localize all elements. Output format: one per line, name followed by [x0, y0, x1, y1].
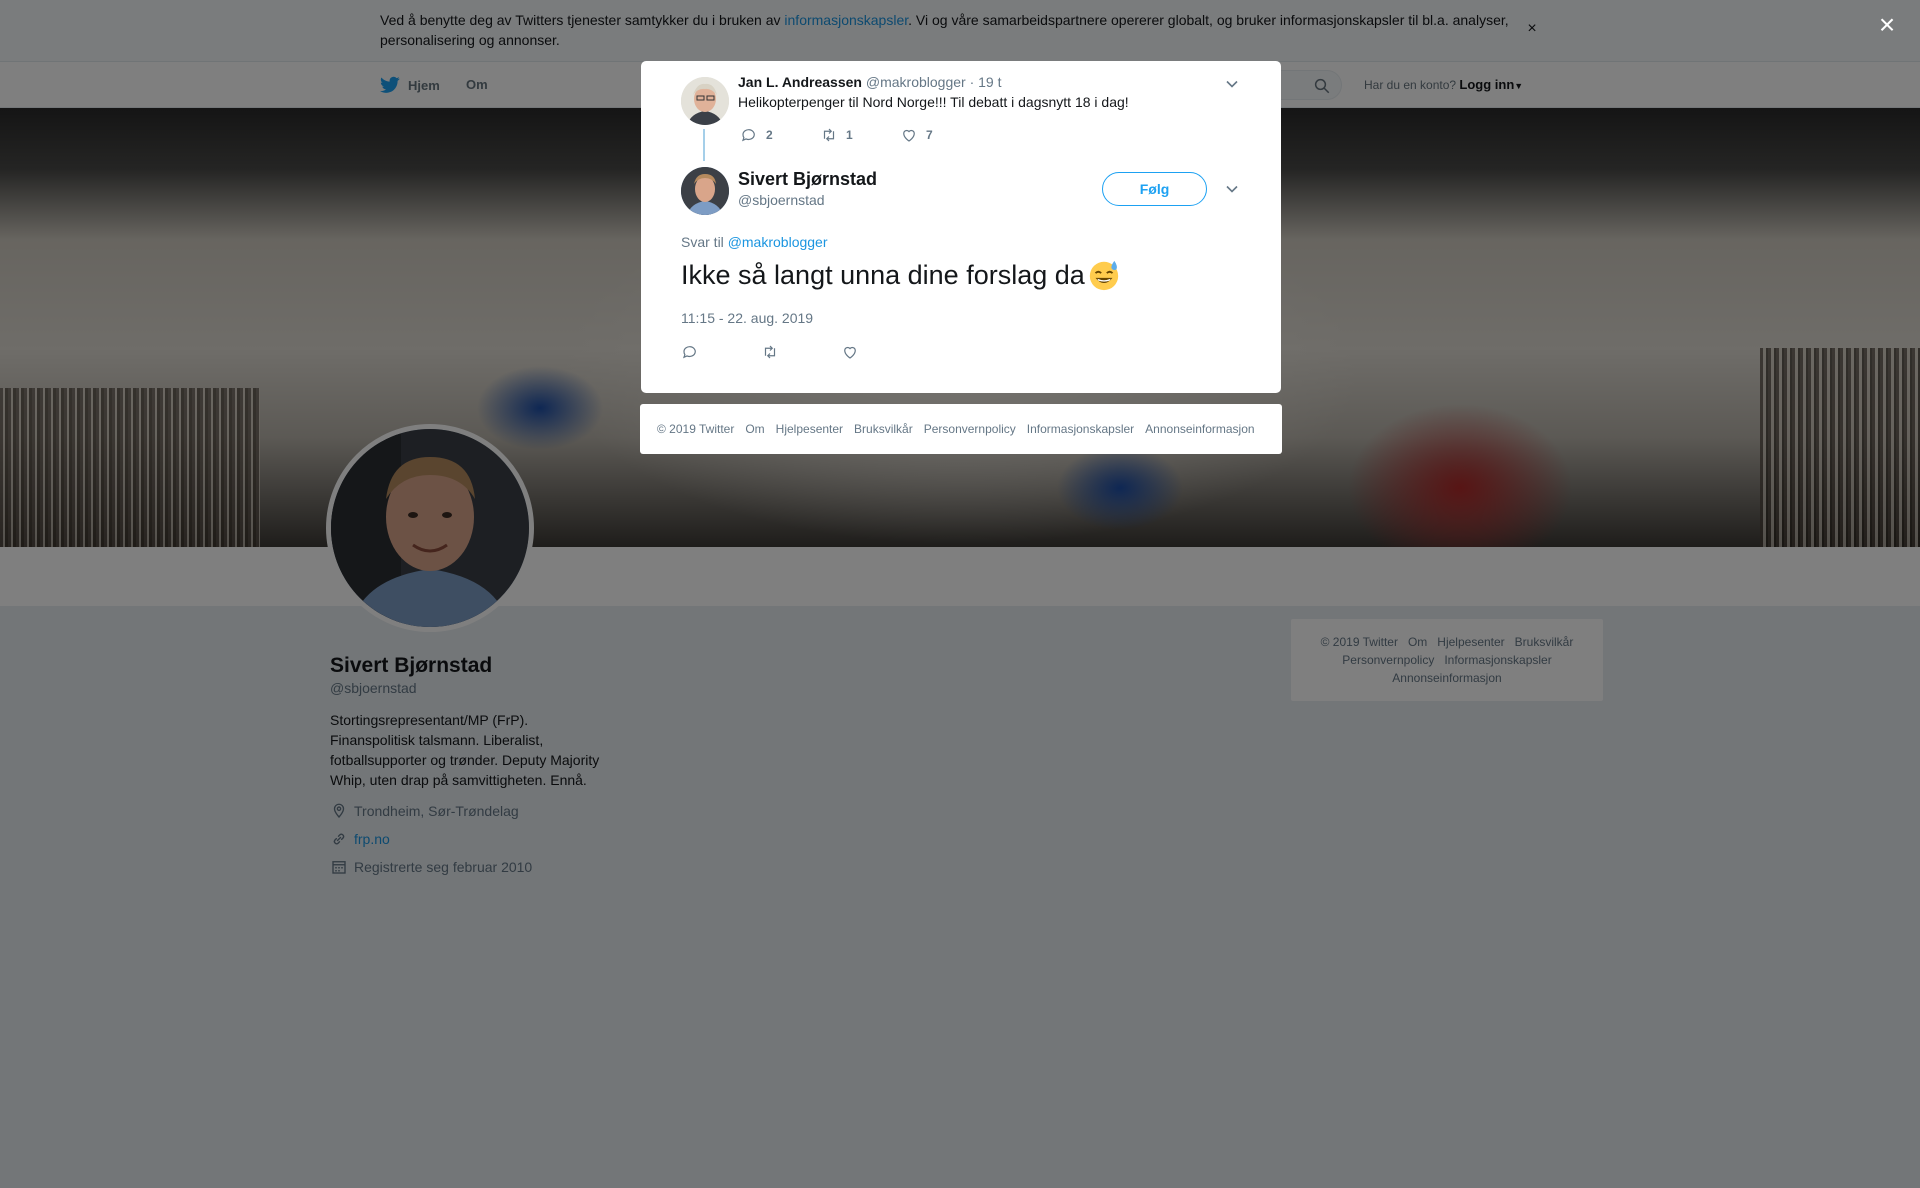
author-avatar[interactable] — [681, 167, 729, 215]
modal-footer-help[interactable]: Hjelpesenter — [776, 422, 843, 436]
author-avatar-image — [681, 167, 729, 215]
tweet-permalink-modal: Jan L. Andreassen @makroblogger · 19 t H… — [641, 61, 1281, 393]
parent-avatar[interactable] — [681, 77, 729, 125]
parent-tweet-actions: 2 1 7 — [740, 125, 980, 145]
main-like-button[interactable] — [841, 343, 921, 361]
like-button[interactable]: 7 — [900, 125, 980, 145]
modal-footer-privacy[interactable]: Personvernpolicy — [924, 422, 1016, 436]
modal-footer-copyright: © 2019 Twitter — [657, 422, 735, 436]
parent-tweet-text: Helikopterpenger til Nord Norge!!! Til d… — [738, 94, 1129, 110]
parent-author-name[interactable]: Jan L. Andreassen — [738, 74, 862, 90]
retweet-icon — [764, 345, 776, 359]
modal-footer-about[interactable]: Om — [745, 422, 764, 436]
reply-icon — [682, 346, 696, 359]
reply-icon — [741, 129, 755, 142]
modal-footer: © 2019 Twitter Om Hjelpesenter Bruksvilk… — [640, 404, 1282, 454]
modal-footer-terms[interactable]: Bruksvilkår — [854, 422, 913, 436]
reply-context: Svar til @makroblogger — [681, 234, 828, 250]
chevron-down-icon[interactable] — [1225, 77, 1239, 91]
author-handle[interactable]: @sbjoernstad — [738, 191, 825, 209]
retweet-button[interactable]: 1 — [820, 125, 900, 145]
reply-button[interactable]: 2 — [740, 125, 820, 145]
main-reply-button[interactable] — [681, 343, 761, 361]
author-name[interactable]: Sivert Bjørnstad — [738, 167, 877, 191]
main-retweet-button[interactable] — [761, 343, 841, 361]
retweet-icon — [823, 128, 835, 142]
reply-count: 2 — [766, 128, 773, 142]
parent-avatar-image — [681, 77, 729, 125]
modal-footer-cookies[interactable]: Informasjonskapsler — [1027, 422, 1134, 436]
follow-button[interactable]: Følg — [1102, 172, 1207, 206]
reply-to-handle-link[interactable]: @makroblogger — [728, 234, 828, 250]
thread-connector — [703, 129, 705, 161]
tweet-menu-chevron-icon[interactable] — [1225, 182, 1239, 196]
tweet-actions — [681, 343, 921, 361]
parent-tweet-time[interactable]: · 19 t — [970, 74, 1002, 90]
tweet-timestamp[interactable]: 11:15 - 22. aug. 2019 — [681, 309, 813, 327]
parent-author-handle[interactable]: @makroblogger — [866, 74, 966, 90]
modal-footer-ads[interactable]: Annonseinformasjon — [1145, 422, 1254, 436]
parent-tweet-header: Jan L. Andreassen @makroblogger · 19 t — [738, 73, 1001, 91]
like-count: 7 — [926, 128, 933, 142]
tweet-text-content: Ikke så langt unna dine forslag da — [681, 260, 1085, 290]
tweet-text: Ikke så langt unna dine forslag da — [681, 257, 1121, 293]
sweat-smile-emoji-icon — [1089, 260, 1118, 291]
heart-icon — [903, 129, 915, 142]
retweet-count: 1 — [846, 128, 853, 142]
close-icon[interactable]: × — [1872, 10, 1902, 40]
heart-icon — [844, 346, 856, 359]
